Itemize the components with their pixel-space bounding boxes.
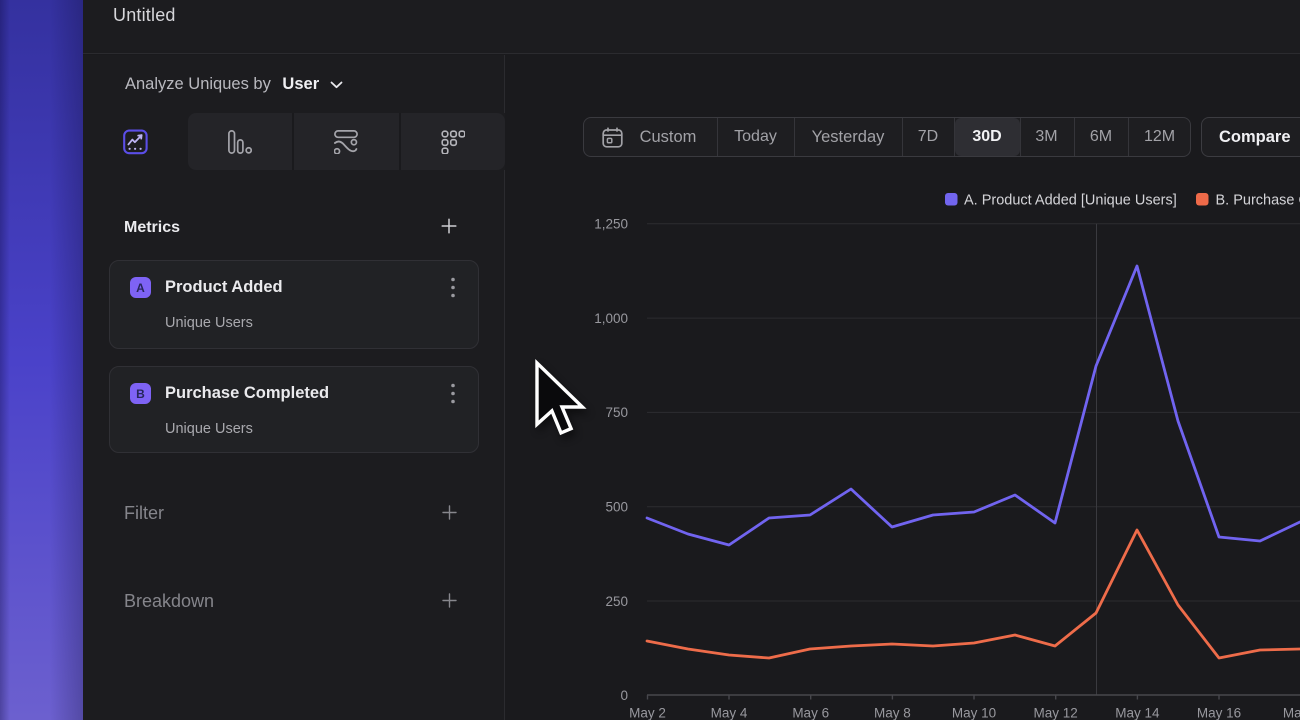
svg-text:May 14: May 14 — [1115, 706, 1160, 720]
svg-text:0: 0 — [620, 688, 628, 703]
svg-text:May 2: May 2 — [629, 706, 666, 720]
svg-text:May 18: May 18 — [1283, 706, 1300, 720]
svg-text:1,000: 1,000 — [594, 311, 628, 326]
svg-text:May 12: May 12 — [1034, 706, 1078, 720]
svg-text:1,250: 1,250 — [594, 217, 628, 232]
svg-text:500: 500 — [605, 500, 628, 515]
svg-text:May 8: May 8 — [874, 706, 911, 720]
svg-text:250: 250 — [605, 594, 628, 609]
svg-text:May 4: May 4 — [711, 706, 748, 720]
svg-text:750: 750 — [605, 405, 628, 420]
svg-text:B. Purchase Completed [Unique: B. Purchase Completed [Unique Users] — [1216, 193, 1300, 209]
svg-text:May 16: May 16 — [1197, 706, 1241, 720]
svg-text:May 6: May 6 — [792, 706, 829, 720]
svg-text:A. Product Added [Unique Users: A. Product Added [Unique Users] — [964, 193, 1177, 209]
svg-text:May 10: May 10 — [952, 706, 996, 720]
